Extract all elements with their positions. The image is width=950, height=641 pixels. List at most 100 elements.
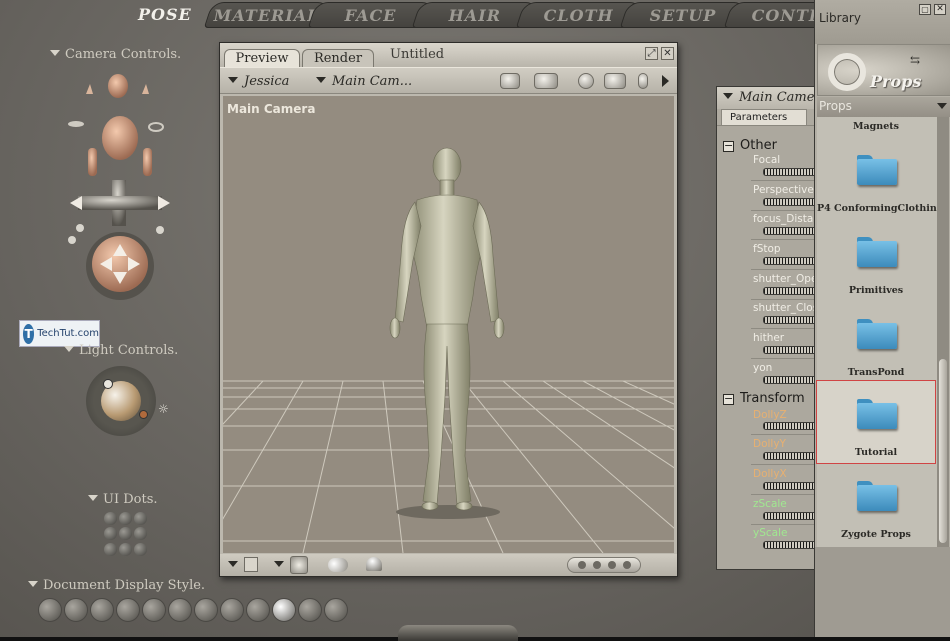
- parameters-panel: Main Camera Parameters −Other Focal Pers…: [716, 86, 816, 570]
- param-shutter-open-label: shutter_Open: [753, 273, 815, 285]
- library-close-icon[interactable]: ✕: [934, 4, 946, 15]
- parameters-header[interactable]: Main Camera: [717, 87, 815, 109]
- library-category-dropdown[interactable]: Props: [817, 97, 950, 117]
- tab-content[interactable]: CONTE: [723, 2, 814, 28]
- tab-preview[interactable]: Preview: [224, 49, 300, 68]
- ui-dot[interactable]: [119, 512, 132, 525]
- background-color-icon[interactable]: [244, 557, 258, 572]
- param-hither-dial[interactable]: [763, 346, 815, 354]
- close-window-icon[interactable]: ✕: [661, 47, 674, 60]
- param-dollyx-dial[interactable]: [763, 482, 815, 490]
- light-controls-toggle[interactable]: Light Controls.: [64, 343, 178, 358]
- ui-dots-toggle[interactable]: UI Dots.: [88, 492, 158, 507]
- param-zscale-dial[interactable]: [763, 512, 815, 520]
- light-handle-white[interactable]: [103, 379, 113, 389]
- divider: [751, 328, 815, 329]
- camera-icon[interactable]: [500, 73, 520, 89]
- figure-shadow: [396, 505, 500, 519]
- divider: [751, 299, 815, 300]
- viewport-layout-buttons[interactable]: [567, 557, 641, 573]
- 3d-viewport[interactable]: Main Camera: [223, 96, 674, 553]
- library-scrollbar[interactable]: [937, 117, 949, 547]
- ui-dot[interactable]: [119, 542, 132, 556]
- chevron-down-icon: [937, 103, 947, 109]
- group-other[interactable]: − Other: [723, 138, 777, 153]
- folder-tutorial[interactable]: Tutorial: [816, 380, 936, 464]
- ui-dot[interactable]: [104, 527, 117, 541]
- param-perspective-dial[interactable]: [763, 198, 815, 206]
- move-camera-icon[interactable]: [604, 73, 626, 89]
- folder-zygote-props[interactable]: Zygote Props: [817, 463, 935, 545]
- folder-transpond[interactable]: TransPond: [817, 301, 935, 383]
- param-fstop-dial[interactable]: [763, 257, 815, 265]
- camera-select-dropdown[interactable]: Main Cam...: [316, 74, 412, 89]
- display-style-smooth-shaded-button[interactable]: [272, 598, 296, 622]
- param-shutter-close-dial[interactable]: [763, 316, 815, 324]
- param-focal-dial[interactable]: [763, 168, 815, 176]
- rotate-camera-icon[interactable]: [578, 73, 594, 89]
- param-shutter-open-dial[interactable]: [763, 287, 815, 295]
- group-transform[interactable]: − Transform: [723, 391, 805, 406]
- display-style-hidden-line-button[interactable]: [116, 598, 140, 622]
- tab-content-label: CONTE: [751, 6, 814, 25]
- param-yscale-dial[interactable]: [763, 541, 815, 549]
- chevron-down-icon[interactable]: [228, 561, 238, 567]
- tab-material-label: MATERIAL: [213, 6, 320, 25]
- folder-zygote-props-label: Zygote Props: [841, 529, 911, 540]
- ui-dot[interactable]: [134, 542, 147, 556]
- folder-icon: [857, 399, 897, 429]
- tab-render[interactable]: Render: [302, 49, 374, 68]
- display-style-flat-shaded-button[interactable]: [168, 598, 192, 622]
- camera-controls-toggle[interactable]: Camera Controls.: [50, 47, 181, 62]
- collapse-icon[interactable]: −: [723, 140, 734, 152]
- techtut-logo-icon: T: [23, 323, 35, 344]
- param-dollyy-dial[interactable]: [763, 452, 815, 460]
- document-display-style-toggle[interactable]: Document Display Style.: [28, 578, 205, 593]
- light-handle-orange[interactable]: [139, 410, 148, 419]
- display-style-cartoon-button[interactable]: [220, 598, 244, 622]
- display-style-outline-button[interactable]: [64, 598, 88, 622]
- display-style-texture-button[interactable]: [324, 598, 348, 622]
- animation-drawer-handle[interactable]: [398, 625, 518, 641]
- scale-camera-icon[interactable]: [638, 73, 648, 89]
- folder-primitives[interactable]: Primitives: [817, 219, 935, 301]
- display-style-lit-wireframe-button[interactable]: [142, 598, 166, 622]
- library-window-icon[interactable]: ▢: [919, 4, 931, 15]
- figure-select-dropdown[interactable]: Jessica: [228, 74, 289, 89]
- ui-dot[interactable]: [134, 512, 147, 525]
- display-style-wireframe-button[interactable]: [90, 598, 114, 622]
- expand-window-icon[interactable]: ⤢: [645, 47, 658, 60]
- display-cube-icon[interactable]: [290, 556, 308, 574]
- folder-transpond-label: TransPond: [847, 367, 905, 378]
- collapse-icon[interactable]: −: [723, 393, 734, 405]
- folder-p4-conforming-clothing[interactable]: P4 ConformingClothing: [817, 137, 943, 219]
- multi-camera-icon[interactable]: [534, 73, 558, 89]
- tab-pose-label: POSE: [138, 5, 192, 24]
- display-style-flat-lined-button[interactable]: [194, 598, 218, 622]
- display-style-silhouette-button[interactable]: [38, 598, 62, 622]
- tab-parameters[interactable]: Parameters: [721, 109, 807, 125]
- ground-toggle-icon[interactable]: [366, 557, 382, 571]
- display-style-cartoon-line-button[interactable]: [246, 598, 270, 622]
- library-category-banner[interactable]: ⇆ Props: [817, 44, 950, 96]
- param-focus-distance-dial[interactable]: [763, 227, 815, 235]
- ui-dot[interactable]: [119, 527, 132, 541]
- param-dollyz-dial[interactable]: [763, 422, 815, 430]
- shadow-toggle-icon[interactable]: [328, 558, 348, 572]
- layout-dot-icon[interactable]: [577, 561, 586, 569]
- chevron-right-icon[interactable]: [662, 75, 669, 87]
- param-yon-dial[interactable]: [763, 376, 815, 384]
- chevron-down-icon[interactable]: [274, 561, 284, 567]
- layout-dot-icon[interactable]: [607, 561, 616, 569]
- ui-dot[interactable]: [104, 542, 117, 556]
- ui-dot[interactable]: [134, 527, 147, 541]
- layout-dot-icon[interactable]: [622, 561, 631, 569]
- library-scroll-thumb[interactable]: [939, 359, 947, 543]
- ui-dot[interactable]: [104, 512, 117, 525]
- library-category-name: Props: [870, 72, 922, 91]
- chevron-down-icon: [316, 77, 326, 83]
- swap-arrows-icon[interactable]: ⇆: [910, 53, 920, 67]
- folder-magnets[interactable]: Magnets: [817, 117, 935, 137]
- layout-dot-icon[interactable]: [592, 561, 601, 569]
- display-style-smooth-lined-button[interactable]: [298, 598, 322, 622]
